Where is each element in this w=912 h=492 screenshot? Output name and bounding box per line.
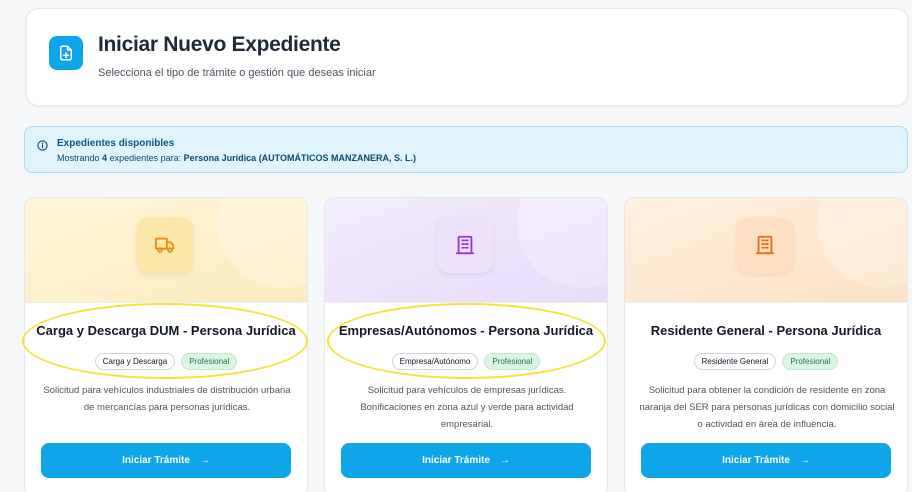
info-icon (37, 140, 48, 151)
building-icon (437, 217, 493, 273)
card-description: Solicitud para vehículos de empresas jur… (360, 385, 574, 430)
profile-badge: Profesional (484, 353, 541, 370)
info-text: Mostrando 4 expedientes para: Persona Ju… (57, 153, 417, 163)
page-title: Iniciar Nuevo Expediente (98, 33, 341, 56)
card-title: Carga y Descarga DUM - Persona Jurídica (36, 323, 296, 338)
category-badge: Carga y Descarga (94, 353, 176, 370)
entity-name: Persona Jurídica (AUTOMÁTICOS MANZANERA,… (183, 153, 417, 163)
building-icon (737, 217, 793, 273)
file-plus-icon (49, 36, 83, 70)
iniciar-tramite-button[interactable]: Iniciar Trámite → (41, 443, 291, 478)
profile-badge: Profesional (782, 353, 839, 370)
page-header: Iniciar Nuevo Expediente Selecciona el t… (26, 8, 908, 106)
arrow-right-icon: → (199, 455, 210, 466)
card-residente-general: Residente General - Persona Jurídica Res… (624, 197, 908, 492)
card-description: Solicitud para obtener la condición de r… (639, 385, 895, 430)
expedientes-count: 4 (102, 153, 108, 163)
button-label: Iniciar Trámite (722, 455, 790, 466)
card-title: Residente General - Persona Jurídica (650, 323, 882, 338)
iniciar-tramite-button[interactable]: Iniciar Trámite → (341, 443, 591, 478)
profile-badge: Profesional (181, 353, 238, 370)
category-badge: Residente General (693, 353, 777, 370)
arrow-right-icon: → (499, 455, 510, 466)
info-banner: Expedientes disponibles Mostrando 4 expe… (24, 126, 908, 173)
iniciar-tramite-button[interactable]: Iniciar Trámite → (641, 443, 891, 478)
card-description: Solicitud para vehículos industriales de… (43, 385, 291, 413)
button-label: Iniciar Trámite (422, 455, 490, 466)
card-carga-descarga: Carga y Descarga DUM - Persona Jurídica … (24, 197, 308, 492)
card-title: Empresas/Autónomos - Persona Jurídica (338, 323, 594, 338)
info-title: Expedientes disponibles (57, 138, 175, 149)
truck-icon (137, 217, 193, 273)
button-label: Iniciar Trámite (122, 455, 190, 466)
card-empresas-autonomos: Empresas/Autónomos - Persona Jurídica Em… (324, 197, 608, 492)
page-subtitle: Selecciona el tipo de trámite o gestión … (98, 67, 376, 79)
arrow-right-icon: → (799, 455, 810, 466)
category-badge: Empresa/Autónomo (391, 353, 479, 370)
